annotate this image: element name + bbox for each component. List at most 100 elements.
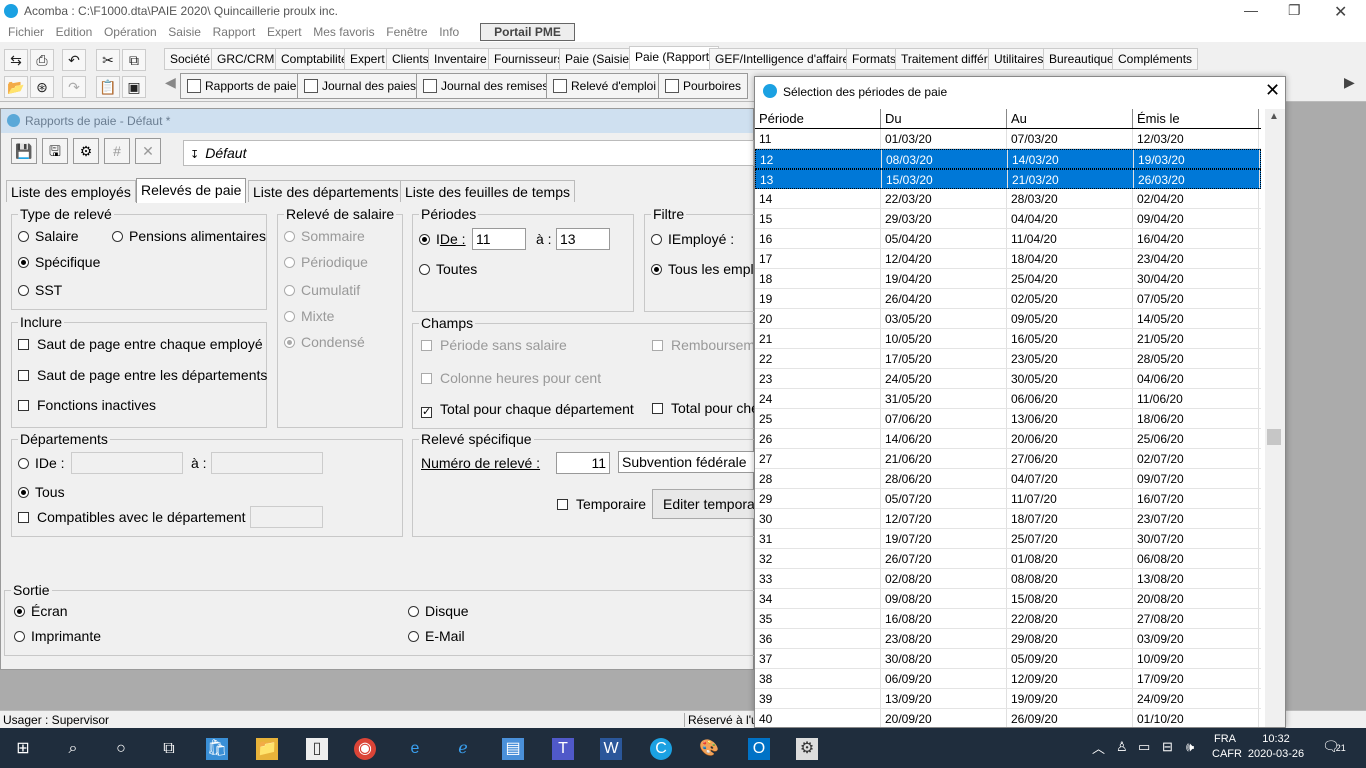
tab-comptabilite[interactable]: Comptabilité [275,48,354,70]
table-row[interactable]: 30 12/07/20 18/07/20 23/07/20 [755,509,1261,529]
col-periode[interactable]: Période [755,109,881,128]
table-row[interactable]: 38 06/09/20 12/09/20 17/09/20 [755,669,1261,689]
total-che-checkbox[interactable]: Total pour che [652,400,754,416]
internet-explorer-icon[interactable]: ℯ [452,738,474,760]
rapports-de-paie-button[interactable]: Rapports de paie [180,73,304,99]
scissors-tool-icon[interactable]: ⇆ [4,49,28,71]
tab-gef[interactable]: GEF/Intelligence d'affaires [709,48,862,70]
menu-info[interactable]: Info [439,25,459,39]
menu-operation[interactable]: Opération [104,25,157,39]
outlook-icon[interactable]: O [748,738,770,760]
save-icon[interactable]: 💾 [11,138,37,164]
tab-fournisseurs[interactable]: Fournisseurs [488,48,570,70]
copy-icon[interactable]: ⧉ [122,49,146,71]
tab-grc-crm[interactable]: GRC/CRM [211,48,281,70]
table-row[interactable]: 13 15/03/20 21/03/20 26/03/20 [755,169,1261,189]
edge-icon[interactable]: e [404,738,426,760]
table-row[interactable]: 18 19/04/20 25/04/20 30/04/20 [755,269,1261,289]
tab-formats[interactable]: Formats [846,48,903,70]
menu-rapport[interactable]: Rapport [213,25,256,39]
tab-liste-departements[interactable]: Liste des départements [248,180,404,202]
tab-inventaire[interactable]: Inventaire [428,48,493,70]
battery-icon[interactable]: ▭ [1138,739,1150,755]
table-row[interactable]: 21 10/05/20 16/05/20 21/05/20 [755,329,1261,349]
scroll-right-icon[interactable]: ▶ [1344,74,1355,91]
tab-utilitaires[interactable]: Utilitaires [988,48,1050,70]
cut-icon[interactable]: ✂ [96,49,120,71]
restore-icon[interactable]: ❐ [1288,2,1301,19]
sortie-imprimante-radio[interactable]: Imprimante [14,628,101,644]
tray-person-icon[interactable]: ♙ [1116,739,1128,755]
menu-expert[interactable]: Expert [267,25,302,39]
colonne-heures-checkbox[interactable]: Colonne heures pour cent [421,370,601,386]
window-icon[interactable]: ▣ [122,76,146,98]
properties-icon[interactable]: ⚙ [73,138,99,164]
tab-liste-feuilles-temps[interactable]: Liste des feuilles de temps [400,180,575,202]
table-row[interactable]: 16 05/04/20 11/04/20 16/04/20 [755,229,1261,249]
tab-traitement-differe[interactable]: Traitement différé [895,48,1001,70]
periodes-grid[interactable]: Période Du Au Émis le 11 01/03/20 07/03/20… [755,109,1261,727]
saut-departements-checkbox[interactable]: Saut de page entre les départements [18,367,267,383]
rembourse-checkbox[interactable]: Remboursem [652,337,754,353]
file-explorer-icon[interactable]: 📁 [256,738,278,760]
table-row[interactable]: 20 03/05/20 09/05/20 14/05/20 [755,309,1261,329]
volume-icon[interactable]: 🕪 [1186,739,1194,755]
departements-de-radio[interactable]: IDe : [18,455,65,471]
salaire-radio[interactable]: Salaire [18,228,79,244]
tray-chevron-icon[interactable]: ︿ [1092,738,1105,757]
journal-des-remises-button[interactable]: Journal des remises [416,73,556,99]
pensions-radio[interactable]: Pensions alimentaires [112,228,266,244]
scroll-up-icon[interactable]: ▲ [1269,111,1279,122]
compatibles-checkbox[interactable]: Compatibles avec le département : [18,509,253,525]
undo-icon[interactable]: ↶ [62,49,86,71]
tab-complements[interactable]: Compléments [1112,48,1199,70]
tab-expert[interactable]: Expert [344,48,391,70]
filtre-employe-radio[interactable]: IEmployé : [651,231,734,247]
task-view-icon[interactable]: ⧉ [158,738,180,760]
windows-start-icon[interactable]: ⊞ [12,738,34,760]
table-row[interactable]: 24 31/05/20 06/06/20 11/06/20 [755,389,1261,409]
numero-releve-input[interactable]: 11 [556,452,610,474]
sortie-email-radio[interactable]: E-Mail [408,628,465,644]
search-icon[interactable]: ⌕ [62,738,84,760]
total-departement-checkbox[interactable]: ✓ Total pour chaque département [421,401,634,418]
menu-edition[interactable]: Edition [56,25,93,39]
fonctions-inactives-checkbox[interactable]: Fonctions inactives [18,397,156,413]
table-row[interactable]: 36 23/08/20 29/08/20 03/09/20 [755,629,1261,649]
chrome-icon[interactable]: ◉ [354,738,376,760]
language-indicator[interactable]: FRA CAFR [1212,733,1242,760]
print-icon[interactable]: ⎙ [30,49,54,71]
tab-paie-rapport[interactable]: Paie (Rapport) [629,46,720,70]
acomba-taskbar-icon[interactable]: C [650,738,672,760]
periode-a-input[interactable]: 13 [556,228,610,250]
periodes-de-radio[interactable]: IDe : [419,231,466,247]
journal-des-paies-button[interactable]: Journal des paies [297,73,424,99]
menu-favoris[interactable]: Mes favoris [313,25,374,39]
filtre-tous-radio[interactable]: Tous les empl [651,261,753,277]
notifications-icon[interactable]: 🗨21 [1322,738,1346,755]
vertical-scrollbar[interactable]: ▲ [1265,109,1285,727]
pourboires-button[interactable]: Pourboires [658,73,749,99]
paste-icon[interactable]: 📋 [96,76,120,98]
table-row[interactable]: 27 21/06/20 27/06/20 02/07/20 [755,449,1261,469]
word-icon[interactable]: W [600,738,622,760]
app-window-icon[interactable]: ▤ [502,738,524,760]
departements-tous-radio[interactable]: Tous [18,484,65,500]
table-row[interactable]: 12 08/03/20 14/03/20 19/03/20 [755,149,1261,169]
cortana-icon[interactable]: ○ [110,738,132,760]
condense-radio[interactable]: Condensé [284,334,365,350]
open-folder-icon[interactable]: 📂 [4,76,28,98]
table-row[interactable]: 37 30/08/20 05/09/20 10/09/20 [755,649,1261,669]
table-row[interactable]: 15 29/03/20 04/04/20 09/04/20 [755,209,1261,229]
saut-employe-checkbox[interactable]: Saut de page entre chaque employé [18,336,263,352]
tab-releves-de-paie[interactable]: Relevés de paie [136,178,247,203]
tab-liste-employes[interactable]: Liste des employés [6,180,136,202]
table-row[interactable]: 26 14/06/20 20/06/20 25/06/20 [755,429,1261,449]
specifique-radio[interactable]: Spécifique [18,254,100,270]
col-au[interactable]: Au [1007,109,1133,128]
close-icon[interactable]: ✕ [1334,2,1347,22]
dialog-close-icon[interactable]: ✕ [1265,80,1280,101]
releve-emploi-button[interactable]: Relevé d'emploi [546,73,664,99]
delete-icon[interactable]: ✕ [135,138,161,164]
periode-de-input[interactable]: 11 [472,228,526,250]
